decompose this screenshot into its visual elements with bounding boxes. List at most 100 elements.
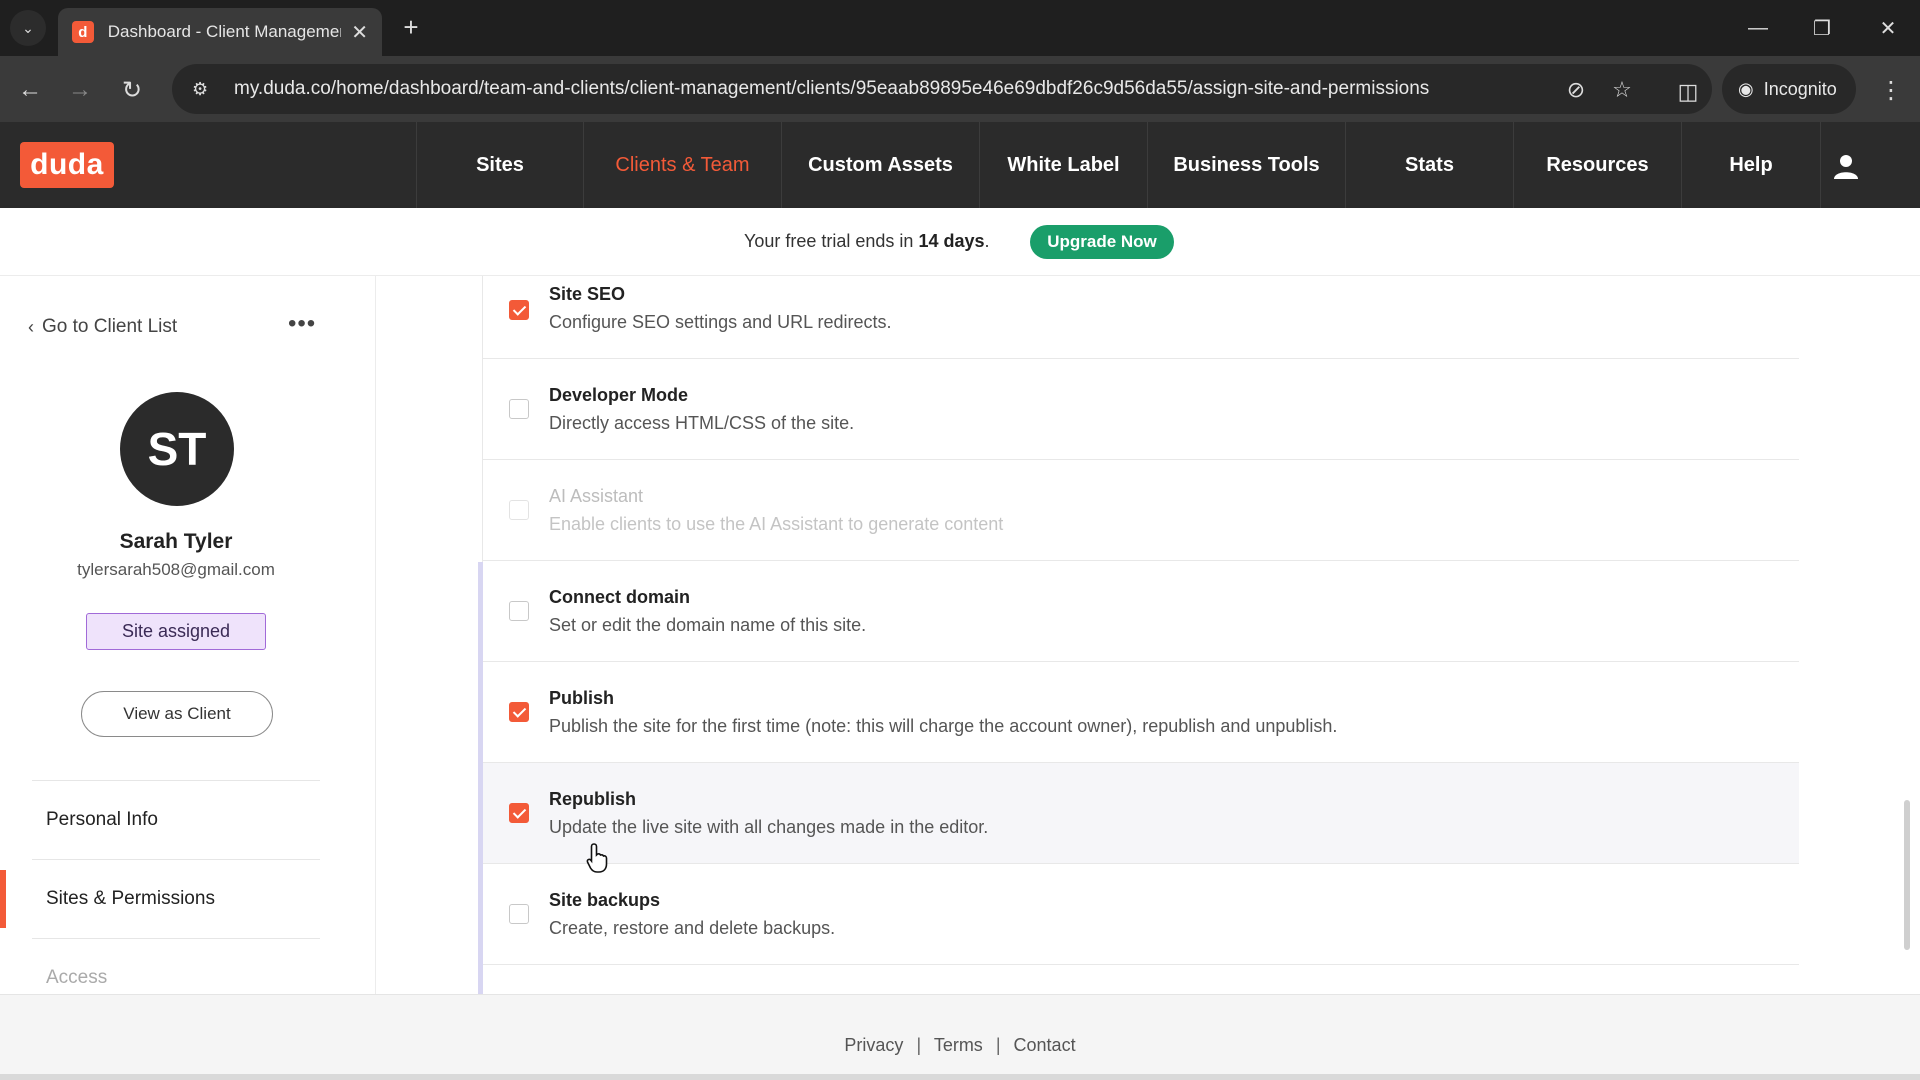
permission-description: Enable clients to use the AI Assistant t… [549,514,1004,534]
permission-row-publish: Publish Publish the site for the first t… [483,662,1799,763]
chevron-left-icon: ‹ [28,316,34,337]
close-window-button[interactable]: ✕ [1868,10,1908,46]
site-seo-checkbox[interactable] [509,300,529,320]
chevron-down-icon: ⌄ [22,19,34,36]
permission-description: Create, restore and delete backups. [549,918,836,938]
permission-title: Developer Mode [549,385,689,405]
permission-row-ai-assistant: AI Assistant Enable clients to use the A… [483,460,1799,561]
permission-description: Configure SEO settings and URL redirects… [549,312,892,332]
site-backups-checkbox[interactable] [509,904,529,924]
back-button[interactable]: ← [12,72,48,108]
permission-description: Update the live site with all changes ma… [549,817,989,837]
browser-tab-bar: ⌄ d Dashboard - Client Managemen ✕ + — ❐… [0,0,1920,56]
republish-checkbox[interactable] [509,803,529,823]
page-footer: Privacy | Terms | Contact [0,994,1920,1074]
sidebar-item-personal-info[interactable]: Personal Info [32,780,320,858]
terms-link[interactable]: Terms [934,1035,983,1055]
plus-icon: + [403,11,419,42]
duda-favicon-icon: d [72,21,94,43]
permission-description: Directly access HTML/CSS of the site. [549,413,855,433]
nav-clients-team[interactable]: Clients & Team [583,122,781,208]
trial-message: Your free trial ends in 14 days. [744,231,990,252]
tab-title: Dashboard - Client Managemen [107,22,342,41]
arrow-left-icon: ← [18,76,42,103]
go-to-client-list-link[interactable]: ‹ Go to Client List [28,316,177,338]
trial-text-prefix: Your free trial ends in [744,231,914,251]
user-account-icon[interactable] [1826,146,1866,186]
new-tab-button[interactable]: + [396,12,426,42]
tab-search-button[interactable]: ⌄ [10,10,46,46]
nav-custom-assets[interactable]: Custom Assets [781,122,979,208]
restore-window-button[interactable]: ❐ [1802,10,1842,46]
arrow-right-icon: → [68,76,92,103]
reload-button[interactable]: ↻ [114,72,150,108]
view-as-client-button[interactable]: View as Client [81,691,273,737]
permission-description: Publish the site for the first time (not… [549,716,1338,736]
publish-checkbox[interactable] [509,702,529,722]
permission-title: Site SEO [549,284,626,304]
nav-sites[interactable]: Sites [416,122,583,208]
nav-resources[interactable]: Resources [1513,122,1681,208]
client-name: Sarah Tyler [119,530,233,553]
status-badge: Site assigned [86,613,266,650]
connect-domain-checkbox[interactable] [509,601,529,621]
contact-link[interactable]: Contact [1014,1035,1076,1055]
active-indicator [0,870,6,928]
footer-links: Privacy | Terms | Contact [0,1035,1920,1056]
permissions-panel: Site SEO Configure SEO settings and URL … [376,276,1920,994]
nav-white-label[interactable]: White Label [979,122,1147,208]
trial-banner: Your free trial ends in 14 days. Upgrade… [0,208,1920,276]
sidebar-item-sites-permissions[interactable]: Sites & Permissions [32,859,320,937]
vertical-dots-icon: ⋮ [1879,76,1903,104]
star-icon[interactable]: ☆ [1608,76,1636,104]
bottom-strip [0,1074,1920,1080]
close-icon: ✕ [1879,17,1897,40]
minimize-window-button[interactable]: — [1738,10,1778,46]
forward-button[interactable]: → [62,72,98,108]
page-scrollbar[interactable] [1904,800,1910,950]
permission-row-developer-mode: Developer Mode Directly access HTML/CSS … [483,359,1799,460]
browser-menu-button[interactable]: ⋮ [1876,72,1906,108]
permission-row-republish: Republish Update the live site with all … [483,763,1799,864]
footer-separator: | [916,1035,922,1055]
upgrade-now-button[interactable]: Upgrade Now [1030,225,1174,259]
nav-business-tools[interactable]: Business Tools [1147,122,1345,208]
permission-row-connect-domain: Connect domain Set or edit the domain na… [483,561,1799,662]
close-tab-icon[interactable]: ✕ [351,20,368,45]
minimize-icon: — [1748,16,1768,39]
address-bar[interactable]: ⚙ my.duda.co/home/dashboard/team-and-cli… [172,64,1712,114]
url-text: my.duda.co/home/dashboard/team-and-clien… [234,78,1430,99]
back-link-label: Go to Client List [42,316,178,337]
permission-row-site-seo: Site SEO Configure SEO settings and URL … [483,276,1799,359]
privacy-link[interactable]: Privacy [844,1035,903,1055]
trial-text-suffix: . [984,231,990,251]
trial-days: 14 days [918,231,985,251]
more-options-icon[interactable]: ••• [288,310,316,338]
browser-tab-active[interactable]: d Dashboard - Client Managemen ✕ [58,8,382,56]
nav-help[interactable]: Help [1681,122,1821,208]
permission-row-site-backups: Site backups Create, restore and delete … [483,864,1799,965]
incognito-icon: ◉ [1738,78,1754,99]
eye-slash-icon[interactable]: ⊘ [1562,76,1590,104]
permission-title: Republish [549,789,637,809]
incognito-label: Incognito [1763,78,1837,99]
duda-logo[interactable]: duda [20,142,114,188]
side-panel-icon[interactable]: ◫ [1674,78,1702,106]
footer-separator: | [995,1035,1001,1055]
site-settings-icon[interactable]: ⚙ [192,79,216,100]
permission-title: Connect domain [549,587,691,607]
incognito-indicator[interactable]: ◉ Incognito [1722,64,1856,114]
permission-title: Publish [549,688,615,708]
permissions-list: Site SEO Configure SEO settings and URL … [482,276,1799,994]
nav-stats[interactable]: Stats [1345,122,1513,208]
permission-title: Site backups [549,890,661,910]
client-email: tylersarah508@gmail.com [77,560,275,579]
hand-cursor-icon [586,843,608,873]
permission-title: AI Assistant [549,486,644,506]
ai-assistant-checkbox [509,500,529,520]
main-nav: Sites Clients & Team Custom Assets White… [416,122,1821,208]
developer-mode-checkbox[interactable] [509,399,529,419]
browser-toolbar: ← → ↻ ⚙ my.duda.co/home/dashboard/team-a… [0,56,1920,122]
section-accent-line [478,562,483,994]
app-header: duda Sites Clients & Team Custom Assets … [0,122,1920,208]
